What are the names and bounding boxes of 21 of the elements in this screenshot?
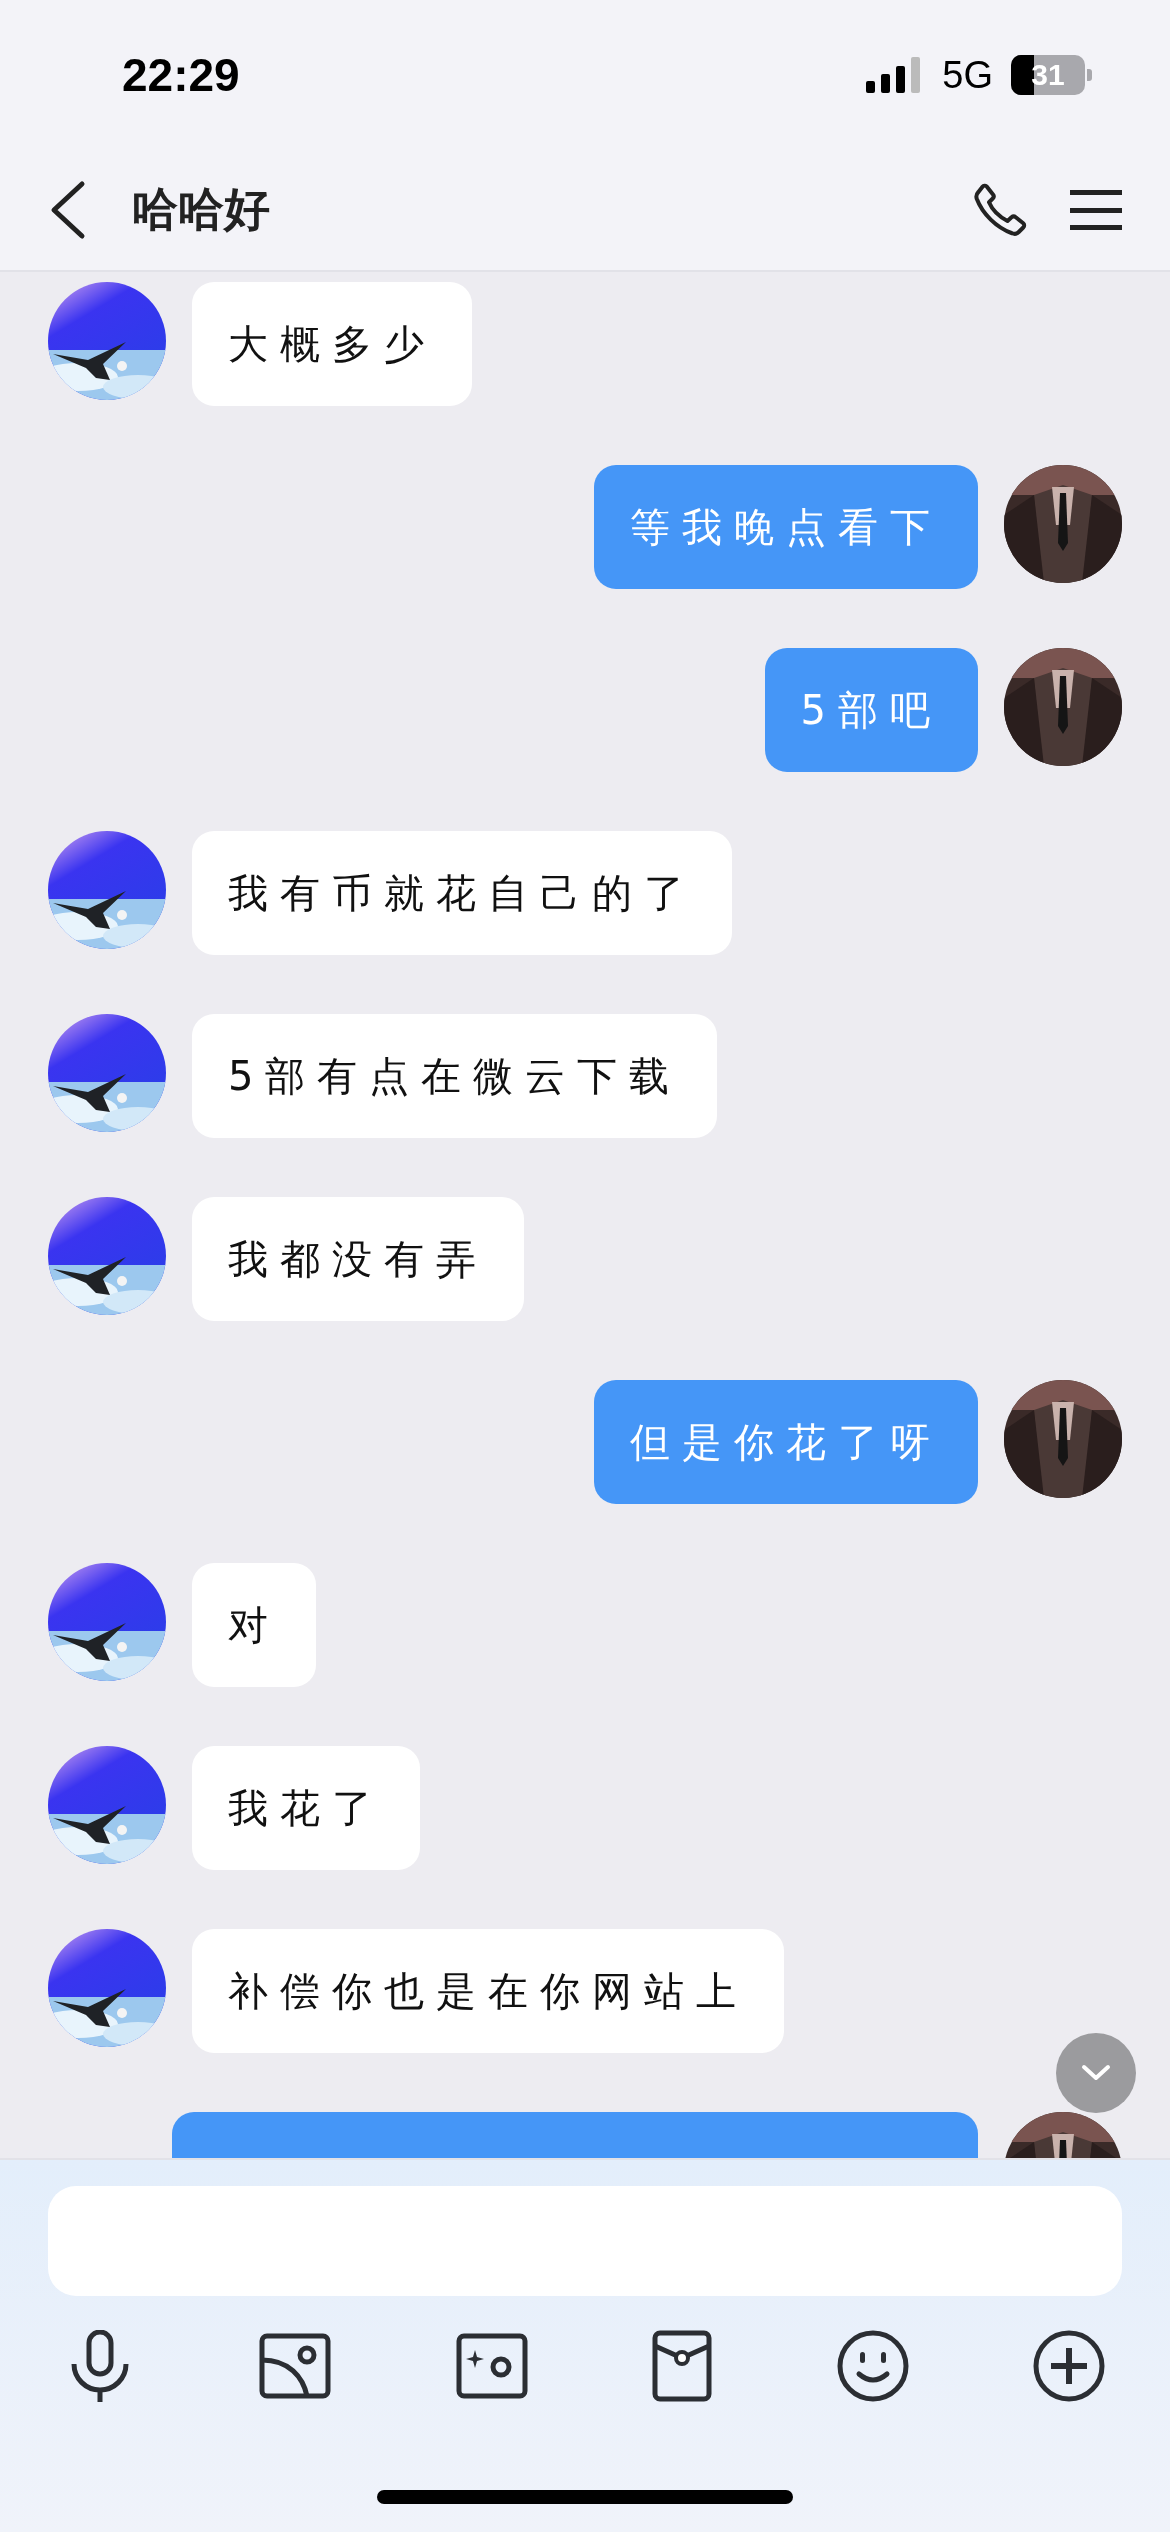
menu-icon[interactable] <box>1070 188 1122 232</box>
message-bubble: 5部有点在微云下载 <box>192 1014 718 1138</box>
message-bubble: 我有币就花自己的了 <box>192 831 732 955</box>
smiley-icon[interactable] <box>836 2330 909 2402</box>
message-bubble: 我花了 <box>192 1746 420 1870</box>
chat-title: 哈哈好 <box>132 181 270 238</box>
message-input[interactable] <box>48 2186 1122 2296</box>
network-label: 5G <box>942 53 993 97</box>
chevron-down-icon <box>1081 2064 1111 2082</box>
camera-icon[interactable] <box>455 2333 528 2399</box>
message-bubble: 我都没有弄 <box>192 1197 524 1321</box>
message-bubble: 等我晚点看下 <box>594 465 978 589</box>
message-bubble: 补偿你也是在你网站上 <box>192 1929 784 2053</box>
status-time: 22:29 <box>122 48 240 102</box>
message-bubble: 对 <box>192 1563 316 1687</box>
message-bubble: 但是你花了呀 <box>594 1380 978 1504</box>
envelope-icon[interactable] <box>652 2330 713 2402</box>
message-bubble: 大概多少 <box>192 282 472 406</box>
message-bubble: 5部吧 <box>764 648 978 772</box>
add-icon[interactable] <box>1032 2330 1105 2402</box>
image-icon[interactable] <box>259 2333 332 2399</box>
